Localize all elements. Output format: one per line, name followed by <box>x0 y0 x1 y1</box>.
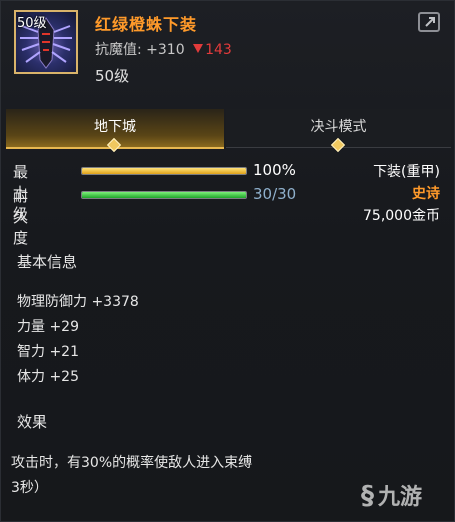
magic-resist-delta: 143 <box>193 42 232 58</box>
durability-bar-fill <box>82 192 246 198</box>
item-level-badge: 50级 <box>17 16 47 31</box>
basic-info-title: 基本信息 <box>17 253 78 271</box>
sell-price: 75,000金币 <box>363 208 440 224</box>
stat-intelligence: 智力 +21 <box>17 344 79 360</box>
mode-tabs: 地下城 决斗模式 <box>1 109 455 153</box>
effect-title: 效果 <box>17 413 48 431</box>
magic-resist-value: 抗魔值: +310 <box>95 42 185 58</box>
item-header: 50级 红绿橙蛛下装 抗魔值: +310 143 50级 <box>1 1 455 97</box>
watermark-logo: § 九游 <box>361 479 422 511</box>
stat-physical-defense: 物理防御力 +3378 <box>17 294 139 310</box>
grade-bar-fill <box>82 168 246 174</box>
durability-value: 30/30 <box>253 185 297 203</box>
item-name: 红绿橙蛛下装 <box>95 15 198 34</box>
equipment-slot: 下装(重甲) <box>373 164 440 180</box>
down-arrow-icon <box>193 44 204 53</box>
logo-icon: § <box>361 481 374 511</box>
grade-value: 100% <box>253 161 296 179</box>
item-tooltip: 50级 红绿橙蛛下装 抗魔值: +310 143 50级 地下城 决斗模式 最上… <box>0 0 455 522</box>
durability-label: 耐久度 <box>13 187 29 247</box>
effect-line-1: 攻击时，有30%的概率使敌人进入束缚 <box>11 455 253 471</box>
watermark-text: 九游 <box>378 485 423 510</box>
grade-bar <box>81 167 247 175</box>
required-level: 50级 <box>95 67 130 85</box>
stat-vitality: 体力 +25 <box>17 369 79 385</box>
magic-resist-line: 抗魔值: +310 143 <box>95 39 232 59</box>
share-icon[interactable] <box>418 12 440 32</box>
magic-resist-delta-value: 143 <box>205 42 232 58</box>
stat-strength: 力量 +29 <box>17 319 79 335</box>
rarity-label: 史诗 <box>412 186 440 202</box>
durability-bar <box>81 191 247 199</box>
